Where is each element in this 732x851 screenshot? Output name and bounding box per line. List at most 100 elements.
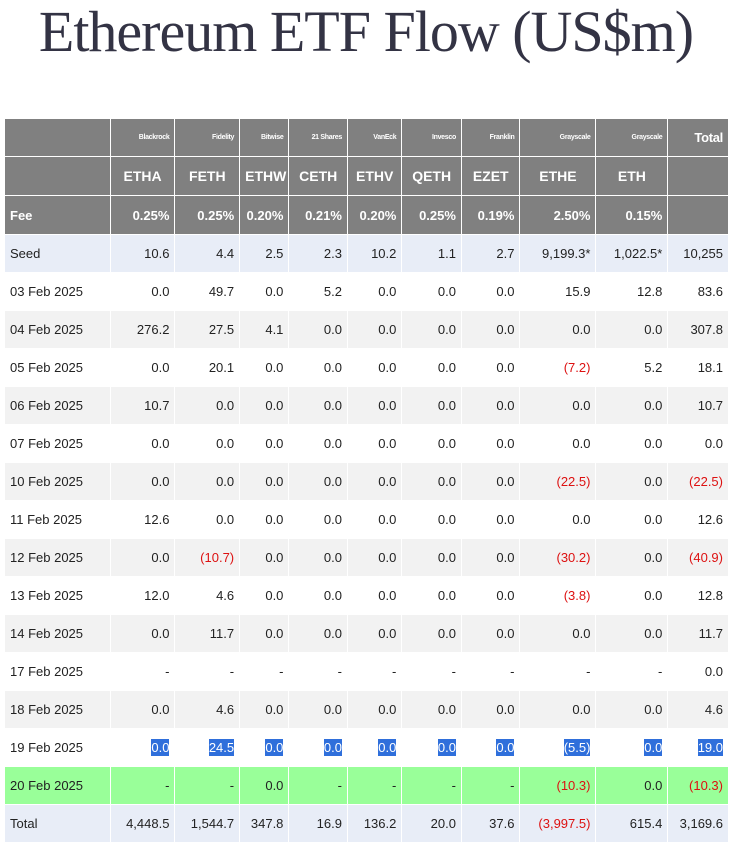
flow-cell: 0.0: [239, 272, 290, 311]
cell-value: 10,255: [683, 246, 723, 261]
flow-cell: 0.0: [174, 424, 241, 463]
cell-value: 0.0: [496, 512, 515, 527]
flow-cell: 0.0: [109, 272, 176, 311]
flow-cell: 0.0: [519, 424, 597, 463]
cell-value: 136.2: [363, 816, 397, 831]
fee-cell: 0.15%: [595, 195, 669, 235]
issuer-cell: Blackrock: [109, 118, 176, 157]
row-total-cell: 12.8: [667, 576, 729, 615]
cell-value: 0.0: [323, 322, 342, 337]
cell-value: 16.9: [316, 816, 342, 831]
flow-cell: 0.0: [401, 386, 462, 425]
page-title: Ethereum ETF Flow (US$m): [38, 0, 694, 64]
flow-cell: 0.0: [460, 424, 521, 463]
flow-cell: -: [595, 652, 669, 691]
flow-cell: 0.0: [401, 690, 462, 729]
flow-cell: 2.3: [288, 234, 348, 273]
cell-value: 0.0: [644, 322, 663, 337]
fee-cell: 2.50%: [519, 195, 597, 235]
cell-value: 0.0: [496, 436, 515, 451]
cell-value: -: [392, 778, 397, 793]
flow-cell: 0.0: [401, 576, 462, 615]
row-total-cell: (40.9): [667, 538, 729, 577]
cell-value: 0.0: [572, 626, 591, 641]
flow-cell: -: [401, 652, 462, 691]
cell-value: 0.0: [378, 436, 397, 451]
flow-cell: 2.5: [239, 234, 290, 273]
cell-value: -: [451, 664, 456, 679]
flow-cell: (30.2): [519, 538, 597, 577]
cell-value: 0.0: [644, 550, 663, 565]
flow-cell: -: [288, 766, 348, 805]
cell-value: 18.1: [697, 360, 723, 375]
flow-cell: 0.0: [519, 690, 597, 729]
flow-cell: 0.0: [460, 310, 521, 349]
row-label: 19 Feb 2025: [4, 728, 111, 767]
table-row: 13 Feb 2025 12.0 4.6 0.0 0.0 0.0 0.0 0.0 (3.8) 0.…: [4, 576, 729, 615]
cell-value: 2.5: [265, 246, 284, 261]
row-label: Seed: [4, 234, 111, 273]
flow-cell: -: [401, 766, 462, 805]
cell-value: (3,997.5): [538, 816, 591, 831]
cell-value: 615.4: [629, 816, 663, 831]
cell-value: 4.6: [216, 702, 235, 717]
flow-cell: 49.7: [174, 272, 241, 311]
cell-value: -: [451, 778, 456, 793]
flow-cell: 20.1: [174, 348, 241, 387]
cell-value: 0.0: [437, 436, 456, 451]
flow-cell: 0.0: [595, 424, 669, 463]
flow-cell: 12.8: [595, 272, 669, 311]
cell-value: (22.5): [689, 474, 723, 489]
flow-cell: 0.0: [239, 614, 290, 653]
cell-value: 0.0: [496, 360, 515, 375]
table-row: 14 Feb 2025 0.0 11.7 0.0 0.0 0.0 0.0 0.0 0.0 0.0 1…: [4, 614, 729, 653]
flow-cell: 12.0: [109, 576, 176, 615]
cell-value: 4,448.5: [126, 816, 170, 831]
flow-cell: -: [346, 652, 403, 691]
fee-cell: 0.19%: [460, 195, 521, 235]
flow-cell: 4.1: [239, 310, 290, 349]
cell-value: 0.0: [378, 512, 397, 527]
cell-value: 0.0: [378, 588, 397, 603]
cell-value: 0.0: [572, 398, 591, 413]
cell-value: 12.8: [637, 284, 663, 299]
cell-value: -: [510, 778, 515, 793]
cell-value: 12.0: [144, 588, 170, 603]
cell-value: 0.0: [323, 739, 342, 756]
fee-row: Fee 0.25% 0.25% 0.20% 0.21% 0.20% 0.25% …: [4, 195, 729, 235]
flow-cell: 0.0: [346, 462, 403, 501]
flow-cell: 24.5: [174, 728, 241, 767]
flow-cell: 0.0: [595, 538, 669, 577]
cell-value: -: [165, 664, 170, 679]
cell-value: 0.0: [323, 512, 342, 527]
cell-value: 12.6: [144, 512, 170, 527]
issuer-cell: Grayscale: [519, 118, 597, 157]
flow-cell: -: [460, 652, 521, 691]
cell-value: 10.2: [371, 246, 397, 261]
flow-cell: 136.2: [346, 804, 403, 843]
cell-value: -: [586, 664, 591, 679]
flow-cell: 0.0: [346, 310, 403, 349]
cell-value: 0.0: [151, 436, 170, 451]
flow-cell: 0.0: [401, 272, 462, 311]
flow-cell: -: [174, 766, 241, 805]
flow-cell: 9,199.3*: [519, 234, 597, 273]
flow-cell: 0.0: [109, 538, 176, 577]
row-total-cell: 4.6: [667, 690, 729, 729]
flow-cell: 11.7: [174, 614, 241, 653]
cell-value: 0.0: [216, 474, 235, 489]
cell-value: 27.5: [208, 322, 235, 337]
cell-value: (3.8): [563, 588, 591, 603]
flow-cell: 0.0: [401, 462, 462, 501]
row-total-cell: (22.5): [667, 462, 729, 501]
cell-value: 0.0: [644, 398, 663, 413]
row-total-cell: 0.0: [667, 652, 729, 691]
cell-value: 0.0: [437, 398, 456, 413]
cell-value: 0.0: [265, 778, 284, 793]
row-total-cell: 18.1: [667, 348, 729, 387]
cell-value: 0.0: [437, 284, 456, 299]
flow-cell: 0.0: [288, 500, 348, 539]
flow-cell: 0.0: [460, 500, 521, 539]
row-total-cell: (10.3): [667, 766, 729, 805]
cell-value: 15.9: [565, 284, 591, 299]
